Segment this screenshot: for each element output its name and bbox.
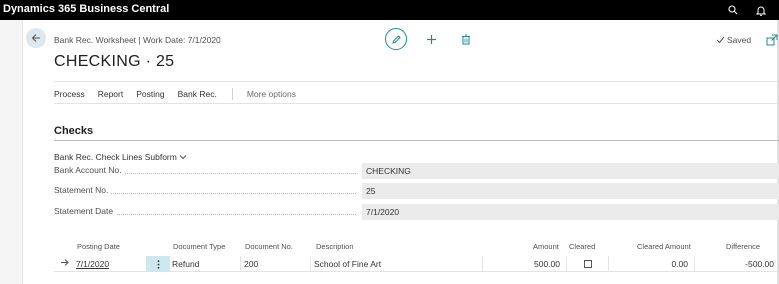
bank-account-no-value: CHECKING [362,163,779,179]
more-vertical-icon [157,259,159,269]
search-icon[interactable] [723,0,743,20]
plus-icon [426,34,436,44]
cell-difference[interactable]: -500.00 [694,256,774,272]
cell-amount[interactable]: 500.00 [482,256,560,272]
section-rule [54,140,779,141]
back-arrow-icon [31,34,40,42]
chevron-down-icon [179,155,187,160]
column-document-no[interactable]: Document No. [245,242,293,251]
saved-status: Saved [716,35,751,45]
popout-button[interactable] [766,33,778,46]
row-arrow-icon [60,258,69,269]
action-more-options[interactable]: More options [247,89,296,99]
subform-title-label: Bank Rec. Check Lines Subform [54,152,177,162]
action-report[interactable]: Report [98,89,124,99]
new-button[interactable] [423,31,439,47]
left-gutter [0,20,22,284]
column-cleared-amount[interactable]: Cleared Amount [637,242,691,251]
grid-header: Posting Date Document Type Document No. … [54,242,779,254]
field-statement-no: Statement No. 25 [54,183,779,199]
edit-button[interactable] [385,28,407,50]
cell-posting-date[interactable]: 7/1/2020 [76,256,109,272]
column-cleared[interactable]: Cleared [569,242,595,251]
statement-date-value: 7/1/2020 [362,204,779,220]
breadcrumb: Bank Rec. Worksheet | Work Date: 7/1/202… [54,35,221,45]
statement-no-value: 25 [362,183,779,199]
edit-pencil-icon [391,34,401,44]
action-process[interactable]: Process [54,89,85,99]
app-top-bar: Dynamics 365 Business Central [0,0,779,20]
column-amount[interactable]: Amount [533,242,559,251]
checkmark-icon [716,36,725,44]
cell-cleared-checkbox[interactable] [584,260,592,268]
bell-icon[interactable] [751,0,771,20]
cell-description[interactable]: School of Fine Art [314,256,381,272]
cell-cleared-amount[interactable]: 0.00 [608,256,688,272]
header-divider [54,81,779,82]
saved-label: Saved [727,35,752,45]
cell-divider [310,256,311,272]
column-document-type[interactable]: Document Type [173,242,225,251]
cell-document-type[interactable]: Refund [172,256,199,272]
field-statement-date: Statement Date 7/1/2020 [54,204,779,220]
cell-divider [566,256,567,272]
action-posting[interactable]: Posting [136,89,164,99]
column-posting-date[interactable]: Posting Date [77,242,120,251]
field-label: Statement No. [54,185,112,195]
field-label: Statement Date [54,206,117,216]
field-bank-account-no: Bank Account No. CHECKING [54,163,779,179]
trash-icon [462,34,470,44]
table-row[interactable]: 7/1/2020 Refund 200 School of Fine Art 5… [54,256,779,272]
action-separator [231,88,233,100]
delete-button[interactable] [458,31,474,47]
column-description[interactable]: Description [316,242,354,251]
action-bar: Process Report Posting Bank Rec. More op… [54,88,296,100]
action-bank-rec[interactable]: Bank Rec. [178,89,217,99]
popout-icon [766,34,778,46]
back-button[interactable] [26,28,46,48]
cell-divider [240,256,241,272]
column-difference[interactable]: Difference [726,242,760,251]
section-title-checks: Checks [54,125,94,137]
subform-title[interactable]: Bank Rec. Check Lines Subform [54,152,187,162]
action-bar-divider [54,103,779,104]
row-actions-button[interactable] [146,256,170,272]
cell-document-no[interactable]: 200 [244,256,258,272]
app-title: Dynamics 365 Business Central [3,3,170,15]
field-label: Bank Account No. [54,165,125,175]
page-title: CHECKING · 25 [54,53,175,70]
